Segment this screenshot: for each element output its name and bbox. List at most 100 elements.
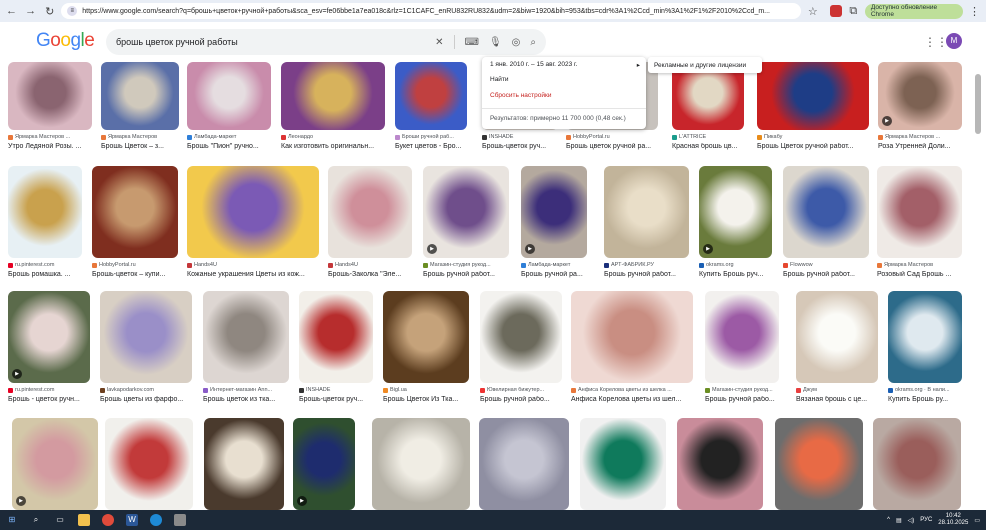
result-thumbnail[interactable]: ▶ — [796, 291, 878, 383]
result-thumbnail[interactable]: ▶ — [101, 62, 179, 130]
clear-icon[interactable]: ✕ — [435, 37, 443, 48]
result-thumbnail[interactable]: ▶ — [8, 166, 82, 258]
result-source[interactable]: Интернет-магазин Ann... — [203, 387, 289, 393]
image-result[interactable]: ▶ — [479, 418, 569, 510]
result-title[interactable]: Красная брошь цв... — [672, 143, 744, 150]
image-result[interactable]: ▶ Hands4U Кожаные украшения Цветы из кож..… — [187, 166, 319, 282]
image-result[interactable]: ▶ — [580, 418, 666, 510]
result-thumbnail[interactable]: ▶ — [604, 166, 689, 258]
image-result[interactable]: ▶L'ATTRICEКрасная брошь цв... — [672, 62, 744, 154]
language-indicator[interactable]: РУС — [920, 517, 932, 523]
image-result[interactable]: ▶ Джум Вязаная брошь с це... — [796, 291, 878, 407]
network-icon[interactable]: ▤ — [896, 517, 902, 524]
image-result[interactable]: ▶ Ламбада-маркет Брошь ручной ра... — [521, 166, 587, 282]
image-result[interactable]: ▶ Броши ручной раб... Букет цветов - Бро..… — [395, 62, 467, 154]
image-result[interactable]: ▶ HobbyPortal.ru Брошь-цветок – купи... — [92, 166, 178, 282]
result-title[interactable]: Брошь "Пион" ручно... — [187, 143, 271, 150]
result-thumbnail[interactable]: ▶ — [383, 291, 469, 383]
result-thumbnail[interactable]: ▶ — [328, 166, 412, 258]
result-thumbnail[interactable]: ▶ — [12, 418, 98, 510]
result-title[interactable]: Брошь-цветок – купи... — [92, 271, 178, 278]
image-result[interactable]: ▶ Леонардо Как изготовить оригинальн... — [281, 62, 385, 154]
image-result[interactable]: ▶ — [293, 418, 355, 510]
avatar[interactable]: M — [946, 33, 962, 49]
result-source[interactable]: INSHADE — [299, 387, 373, 393]
result-source[interactable]: okrams.org — [699, 262, 772, 268]
result-thumbnail[interactable]: ▶ — [8, 62, 92, 130]
result-title[interactable]: Брошь Цветок – з... — [101, 143, 179, 150]
search-icon[interactable]: ⌕ — [530, 37, 536, 48]
result-title[interactable]: Кожаные украшения Цветы из кож... — [187, 271, 319, 278]
result-title[interactable]: Брошь цветок ручной ра... — [566, 143, 658, 150]
result-title[interactable]: Брошь-цветок руч... — [482, 143, 558, 150]
image-result[interactable]: ▶ — [775, 418, 863, 510]
result-thumbnail[interactable]: ▶ — [100, 291, 192, 383]
result-title[interactable]: Анфиса Корелова цветы из шел... — [571, 396, 693, 403]
result-source[interactable]: АРТ-ФАБРИК.РУ — [604, 262, 689, 268]
result-thumbnail[interactable]: ▶ — [757, 62, 869, 130]
result-source[interactable]: Магазин-студия рукод... — [705, 387, 779, 393]
image-result[interactable]: ▶ — [204, 418, 284, 510]
result-thumbnail[interactable]: ▶ — [105, 418, 193, 510]
clock[interactable]: 10:42 28.10.2025 — [938, 513, 968, 527]
result-source[interactable]: Hands4U — [187, 262, 319, 268]
result-title[interactable]: Брошь-Заколка "Эле... — [328, 271, 412, 278]
image-result[interactable]: ▶ — [105, 418, 193, 510]
result-source[interactable]: Анфиса Корелова цветы из шелка ... — [571, 387, 693, 393]
result-title[interactable]: Купить Брошь ру... — [888, 396, 962, 403]
google-logo[interactable]: Google — [36, 30, 95, 52]
result-thumbnail[interactable]: ▶ — [705, 291, 779, 383]
edge-icon[interactable] — [150, 514, 162, 526]
result-thumbnail[interactable]: ▶ — [873, 418, 961, 510]
result-source[interactable]: Ярмарка Мастеров ... — [878, 134, 962, 140]
result-thumbnail[interactable]: ▶ — [395, 62, 467, 130]
image-result[interactable]: ▶ Ярмарка Мастеров ... Роза Утренней Доли.… — [878, 62, 962, 154]
result-source[interactable]: Броши ручной раб... — [395, 134, 467, 140]
result-title[interactable]: Брошь ручной работ... — [783, 271, 869, 278]
scrollbar-thumb[interactable] — [975, 74, 981, 134]
result-title[interactable]: Брошь ручной ра... — [521, 271, 587, 278]
reset-settings-link[interactable]: Сбросить настройки — [490, 92, 551, 99]
image-result[interactable]: ▶ Flowwow Брошь ручной работ... — [783, 166, 869, 282]
image-result[interactable]: ▶ Ламбада-маркет Брошь "Пион" ручно... — [187, 62, 271, 154]
result-thumbnail[interactable]: ▶ — [775, 418, 863, 510]
result-source[interactable]: Пикабу — [757, 134, 869, 140]
windows-start-icon[interactable]: ⊞ — [6, 514, 18, 526]
image-result[interactable]: ▶ okrams.org · В нали... Купить Брошь ру..… — [888, 291, 962, 407]
result-source[interactable]: ru.pinterest.com — [8, 387, 90, 393]
image-result[interactable]: ▶ Ярмарка Мастеров Брошь Цветок – з... — [101, 62, 179, 154]
license-filter-chip[interactable]: Рекламные и другие лицензии — [648, 57, 762, 73]
microphone-icon[interactable]: 🎙 — [489, 37, 502, 48]
search-icon[interactable]: ⌕ — [30, 514, 42, 526]
result-source[interactable]: Ламбада-маркет — [521, 262, 587, 268]
notification-icon[interactable]: ▭ — [974, 517, 980, 524]
image-result[interactable]: ▶ ru.pinterest.com Брошь ромашка. ... — [8, 166, 82, 282]
image-result[interactable]: ▶ ru.pinterest.com Брошь - цветок ручн... — [8, 291, 90, 407]
image-result[interactable]: ▶ Ювелирная бижутер... Брошь ручной рабо..… — [480, 291, 562, 407]
result-title[interactable]: Брошь ручной рабо... — [480, 396, 562, 403]
result-source[interactable]: Ювелирная бижутер... — [480, 387, 562, 393]
result-thumbnail[interactable]: ▶ — [677, 418, 763, 510]
image-result[interactable]: ▶ Hands4U Брошь-Заколка "Эле... — [328, 166, 412, 282]
image-result[interactable]: ▶ — [873, 418, 961, 510]
result-thumbnail[interactable]: ▶ — [699, 166, 772, 258]
back-arrow-icon[interactable]: ← — [4, 3, 19, 19]
address-bar[interactable]: ≡ https://www.google.com/search?q=брошь+… — [61, 3, 802, 19]
result-thumbnail[interactable]: ▶ — [8, 291, 90, 383]
result-title[interactable]: Брошь ручной работ... — [604, 271, 689, 278]
chevron-up-icon[interactable]: ^ — [887, 517, 890, 523]
result-title[interactable]: Розовый Сад Брошь ... — [877, 271, 962, 278]
find-button[interactable]: Найти — [490, 76, 509, 83]
result-title[interactable]: Букет цветов - Бро... — [395, 143, 467, 150]
task-view-icon[interactable]: ▭ — [54, 514, 66, 526]
result-thumbnail[interactable]: ▶ — [187, 62, 271, 130]
result-title[interactable]: Брошь Цветок ручной работ... — [757, 143, 869, 150]
result-source[interactable]: Леонардо — [281, 134, 385, 140]
result-title[interactable]: Вязаная брошь с це... — [796, 396, 878, 403]
result-thumbnail[interactable]: ▶ — [203, 291, 289, 383]
result-source[interactable]: Ярмарка Мастеров — [101, 134, 179, 140]
image-result[interactable]: ▶ Bigl.ua Брошь Цветок Из Тка... — [383, 291, 469, 407]
chrome-update-button[interactable]: Доступно обновление Chrome — [864, 3, 963, 19]
image-result[interactable]: ▶ lavkapodarkov.com Брошь цветы из фарфо..… — [100, 291, 192, 407]
site-info-icon[interactable]: ≡ — [67, 6, 78, 16]
